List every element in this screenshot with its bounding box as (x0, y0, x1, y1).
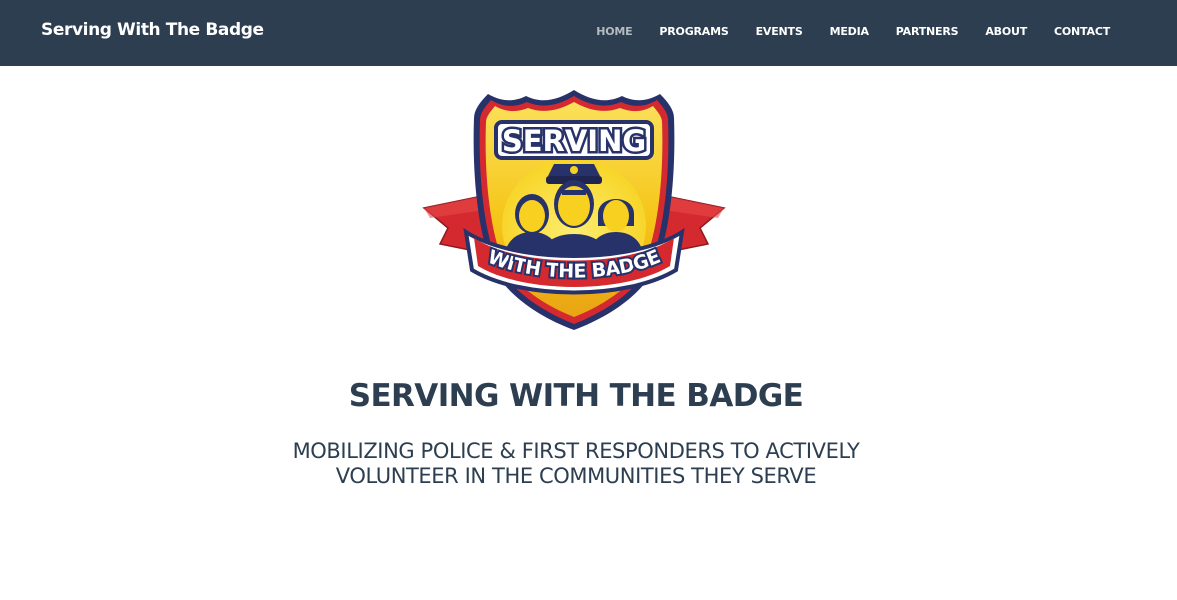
nav-media[interactable]: MEDIA (830, 25, 869, 38)
main-nav: HOME PROGRAMS EVENTS MEDIA PARTNERS ABOU… (569, 25, 1110, 38)
nav-partners[interactable]: PARTNERS (896, 25, 959, 38)
badge-logo: SERVING WITH THE BADGE (422, 90, 726, 330)
hero-subtitle: MOBILIZING POLICE & FIRST RESPONDERS TO … (200, 439, 952, 489)
nav-home[interactable]: HOME (596, 25, 632, 38)
serving-text: SERVING (502, 124, 646, 158)
serving-plate: SERVING (494, 120, 654, 161)
hero-title: SERVING WITH THE BADGE (348, 378, 804, 414)
brand-link[interactable]: Serving With The Badge (41, 20, 264, 40)
nav-programs[interactable]: PROGRAMS (659, 25, 728, 38)
nav-about[interactable]: ABOUT (985, 25, 1027, 38)
nav-contact[interactable]: CONTACT (1054, 25, 1110, 38)
navbar: Serving With The Badge HOME PROGRAMS EVE… (0, 0, 1177, 66)
nav-events[interactable]: EVENTS (756, 25, 803, 38)
hero-subtitle-line-1: MOBILIZING POLICE & FIRST RESPONDERS TO … (292, 439, 860, 463)
hero-subtitle-line-2: VOLUNTEER IN THE COMMUNITIES THEY SERVE (335, 464, 817, 488)
